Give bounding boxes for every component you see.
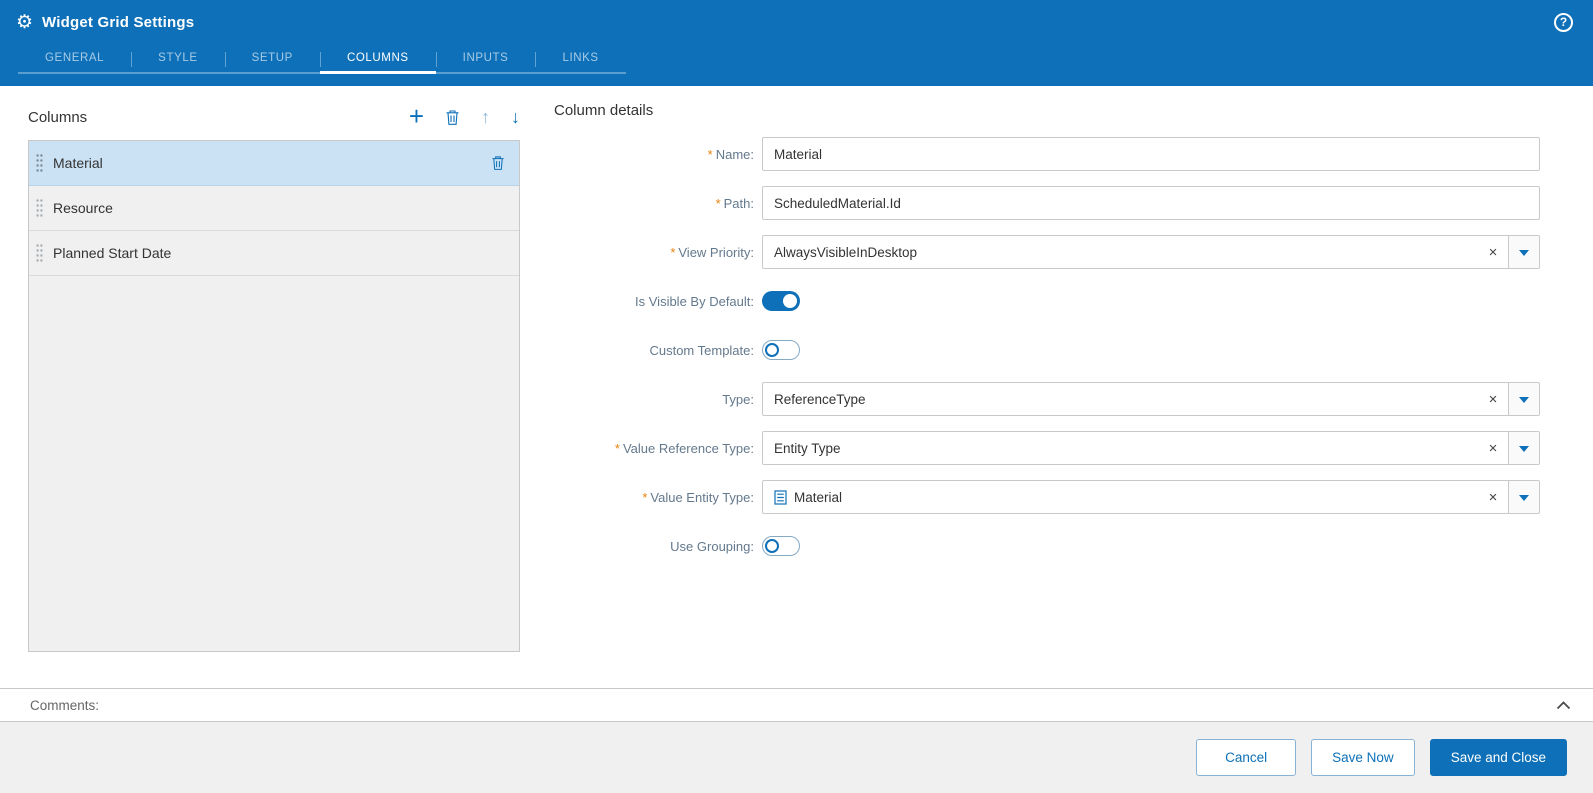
value-reference-type-select[interactable]: Entity Type × — [762, 431, 1540, 465]
tab-general[interactable]: GENERAL — [18, 44, 131, 74]
type-select[interactable]: ReferenceType × — [762, 382, 1540, 416]
type-label: Type: — [554, 392, 754, 407]
required-marker: * — [670, 245, 675, 260]
chevron-down-icon[interactable] — [1508, 236, 1539, 268]
custom-template-toggle[interactable] — [762, 340, 800, 360]
value-entity-type-select[interactable]: Material × — [762, 480, 1540, 514]
columns-panel: Columns + ↑ ↓ — [28, 102, 520, 688]
columns-panel-title: Columns — [28, 109, 87, 126]
field-row-path: *Path: — [554, 186, 1565, 220]
chevron-up-icon — [1556, 701, 1571, 710]
name-field[interactable] — [762, 137, 1540, 171]
value-entity-type-label: *Value Entity Type: — [554, 490, 754, 505]
field-row-value-entity-type: *Value Entity Type: Material × — [554, 480, 1565, 514]
trash-icon — [445, 109, 460, 126]
toggle-knob — [765, 539, 779, 553]
cancel-button[interactable]: Cancel — [1196, 739, 1296, 776]
tab-bar: GENERAL STYLE SETUP COLUMNS INPUTS LINKS — [0, 44, 1593, 86]
dialog-title: Widget Grid Settings — [42, 14, 194, 31]
delete-row-button[interactable] — [491, 155, 505, 171]
move-column-up-button[interactable]: ↑ — [481, 108, 490, 126]
column-list-item-resource[interactable]: Resource — [29, 186, 519, 231]
column-details-panel: Column details *Name: *Path: *View Prior… — [554, 102, 1565, 688]
drag-handle-icon[interactable] — [36, 153, 43, 173]
dialog-footer: Cancel Save Now Save and Close — [0, 722, 1593, 793]
comments-label: Comments: — [30, 698, 99, 713]
tab-links[interactable]: LINKS — [535, 44, 625, 74]
clear-icon[interactable]: × — [1478, 489, 1508, 506]
column-details-title: Column details — [554, 102, 1565, 119]
view-priority-label: *View Priority: — [554, 245, 754, 260]
required-marker: * — [615, 441, 620, 456]
column-list-item-planned-start-date[interactable]: Planned Start Date — [29, 231, 519, 276]
gear-icon: ⚙ — [16, 13, 33, 32]
save-now-button[interactable]: Save Now — [1311, 739, 1415, 776]
help-icon[interactable]: ? — [1554, 13, 1573, 32]
toggle-knob — [783, 294, 797, 308]
type-value: ReferenceType — [763, 392, 1478, 407]
name-label: *Name: — [554, 147, 754, 162]
widget-grid-settings-dialog: ⚙ Widget Grid Settings ? GENERAL STYLE S… — [0, 0, 1593, 793]
columns-list: Material Resource — [28, 140, 520, 652]
chevron-down-icon[interactable] — [1508, 481, 1539, 513]
dialog-header: ⚙ Widget Grid Settings ? GENERAL STYLE S… — [0, 0, 1593, 86]
tab-inputs[interactable]: INPUTS — [436, 44, 536, 74]
value-reference-type-label: *Value Reference Type: — [554, 441, 754, 456]
view-priority-select[interactable]: AlwaysVisibleInDesktop × — [762, 235, 1540, 269]
title-row: ⚙ Widget Grid Settings ? — [0, 0, 1593, 44]
entity-type-icon — [774, 490, 787, 505]
columns-panel-header: Columns + ↑ ↓ — [28, 102, 520, 132]
view-priority-value: AlwaysVisibleInDesktop — [763, 245, 1478, 260]
tab-columns[interactable]: COLUMNS — [320, 44, 436, 74]
tab-setup[interactable]: SETUP — [225, 44, 320, 74]
field-row-custom-template: Custom Template: — [554, 333, 1565, 367]
use-grouping-toggle[interactable] — [762, 536, 800, 556]
column-item-label: Material — [53, 155, 103, 171]
main-content: Columns + ↑ ↓ — [0, 86, 1593, 688]
clear-icon[interactable]: × — [1478, 440, 1508, 457]
toggle-knob — [765, 343, 779, 357]
chevron-down-icon[interactable] — [1508, 432, 1539, 464]
column-list-item-material[interactable]: Material — [29, 141, 519, 186]
field-row-type: Type: ReferenceType × — [554, 382, 1565, 416]
delete-column-button[interactable] — [445, 109, 460, 126]
comments-bar: Comments: — [0, 688, 1593, 722]
save-and-close-button[interactable]: Save and Close — [1430, 739, 1567, 776]
required-marker: * — [716, 196, 721, 211]
field-row-is-visible-by-default: Is Visible By Default: — [554, 284, 1565, 318]
use-grouping-label: Use Grouping: — [554, 539, 754, 554]
trash-icon — [491, 155, 505, 171]
chevron-down-icon[interactable] — [1508, 383, 1539, 415]
path-field[interactable] — [762, 186, 1540, 220]
column-item-label: Planned Start Date — [53, 245, 171, 261]
move-column-down-button[interactable]: ↓ — [511, 108, 520, 126]
field-row-value-reference-type: *Value Reference Type: Entity Type × — [554, 431, 1565, 465]
value-reference-type-value: Entity Type — [763, 441, 1478, 456]
field-row-use-grouping: Use Grouping: — [554, 529, 1565, 563]
drag-handle-icon[interactable] — [36, 198, 43, 218]
field-row-view-priority: *View Priority: AlwaysVisibleInDesktop × — [554, 235, 1565, 269]
is-visible-by-default-label: Is Visible By Default: — [554, 294, 754, 309]
add-column-button[interactable]: + — [409, 103, 424, 129]
column-item-label: Resource — [53, 200, 113, 216]
columns-toolbar: + ↑ ↓ — [409, 106, 520, 129]
field-row-name: *Name: — [554, 137, 1565, 171]
required-marker: * — [642, 490, 647, 505]
value-entity-type-value: Material — [763, 490, 1478, 505]
required-marker: * — [708, 147, 713, 162]
collapse-comments-button[interactable] — [1556, 701, 1571, 710]
drag-handle-icon[interactable] — [36, 243, 43, 263]
clear-icon[interactable]: × — [1478, 391, 1508, 408]
is-visible-by-default-toggle[interactable] — [762, 291, 800, 311]
tab-style[interactable]: STYLE — [131, 44, 224, 74]
custom-template-label: Custom Template: — [554, 343, 754, 358]
clear-icon[interactable]: × — [1478, 244, 1508, 261]
path-label: *Path: — [554, 196, 754, 211]
